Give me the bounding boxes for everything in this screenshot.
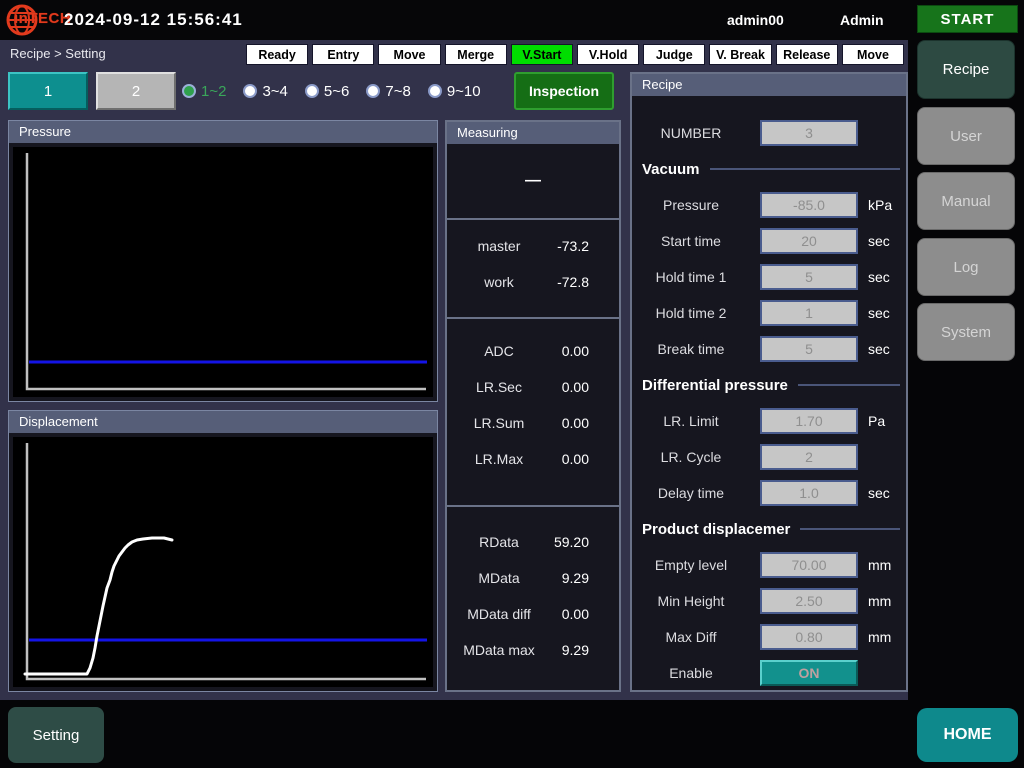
displacement-curve (25, 538, 172, 674)
lr-cycle-input[interactable]: 2 (760, 444, 858, 470)
recipe-number-row: NUMBER 3 (632, 120, 906, 146)
start-time-input[interactable]: 20 (760, 228, 858, 254)
displacement-panel: Displacement (8, 410, 438, 692)
recipe-row-delay-time: Delay time 1.0 sec (632, 480, 906, 506)
tab-1[interactable]: 1 (8, 72, 88, 110)
recipe-row-pressure: Pressure -85.0 kPa (632, 192, 906, 218)
recipe-row-break-time: Break time 5 sec (632, 336, 906, 362)
radio-icon (243, 84, 257, 98)
recipe-row-lr-limit: LR. Limit 1.70 Pa (632, 408, 906, 434)
username: admin00 (727, 12, 784, 28)
recipe-row-start-time: Start time 20 sec (632, 228, 906, 254)
radio-range-9-10[interactable]: 9~10 (428, 83, 481, 100)
step-ready[interactable]: Ready (246, 44, 308, 65)
inspection-button[interactable]: Inspection (514, 72, 614, 110)
radio-icon (305, 84, 319, 98)
user-role: Admin (840, 12, 884, 28)
step-v-hold[interactable]: V.Hold (577, 44, 639, 65)
measuring-row-rdata: RData 59.20 (447, 534, 619, 556)
step-v-break[interactable]: V. Break (709, 44, 771, 65)
recipe-row-hold-time-1: Hold time 1 5 sec (632, 264, 906, 290)
hold-time-1-input[interactable]: 5 (760, 264, 858, 290)
recipe-panel: Recipe NUMBER 3 Vacuum Pressure -85.0 kP… (630, 72, 908, 692)
break-time-input[interactable]: 5 (760, 336, 858, 362)
step-judge[interactable]: Judge (643, 44, 705, 65)
step-move[interactable]: Move (378, 44, 440, 65)
max-diff-input[interactable]: 0.80 (760, 624, 858, 650)
measuring-status: — (447, 144, 619, 218)
measuring-row-mdata-diff: MData diff 0.00 (447, 606, 619, 628)
sidebar-item-manual[interactable]: Manual (917, 172, 1015, 230)
radio-range-7-8[interactable]: 7~8 (366, 83, 410, 100)
radio-icon (366, 84, 380, 98)
range-radio-group: 1~2 3~4 5~6 7~8 9~10 (182, 72, 481, 110)
start-button[interactable]: START (917, 5, 1018, 33)
pressure-axis (27, 153, 426, 389)
measuring-row-lr-sec: LR.Sec 0.00 (447, 379, 619, 401)
step-release[interactable]: Release (776, 44, 838, 65)
main-area: Recipe > Setting Ready Entry Move Merge … (0, 40, 908, 700)
measuring-row-work: work -72.8 (447, 274, 619, 296)
step-merge[interactable]: Merge (445, 44, 507, 65)
radio-range-5-6[interactable]: 5~6 (305, 83, 349, 100)
sidebar-item-log[interactable]: Log (917, 238, 1015, 296)
radio-icon (182, 84, 196, 98)
radio-icon (428, 84, 442, 98)
recipe-row-empty-level: Empty level 70.00 mm (632, 552, 906, 578)
lr-limit-input[interactable]: 1.70 (760, 408, 858, 434)
measuring-row-mdata: MData 9.29 (447, 570, 619, 592)
measuring-row-master: master -73.2 (447, 238, 619, 260)
pressure-panel-title: Pressure (9, 121, 437, 143)
bottom-bar: Setting (0, 700, 908, 768)
displacement-chart (9, 433, 437, 691)
measuring-row-adc: ADC 0.00 (447, 343, 619, 365)
empty-level-input[interactable]: 70.00 (760, 552, 858, 578)
step-move-2[interactable]: Move (842, 44, 904, 65)
recipe-number-input[interactable]: 3 (760, 120, 858, 146)
displacement-panel-title: Displacement (9, 411, 437, 433)
measuring-row-lr-max: LR.Max 0.00 (447, 451, 619, 473)
measuring-row-lr-sum: LR.Sum 0.00 (447, 415, 619, 437)
sidebar-item-system[interactable]: System (917, 303, 1015, 361)
intech-logo: inTECH (14, 10, 71, 27)
recipe-panel-title: Recipe (632, 74, 906, 96)
displacement-axis (27, 443, 426, 679)
sidebar-item-user[interactable]: User (917, 107, 1015, 165)
pressure-chart (9, 143, 437, 401)
top-bar: inTECH 2024-09-12 15:56:41 admin00 Admin… (0, 0, 1024, 40)
pressure-input[interactable]: -85.0 (760, 192, 858, 218)
section-product-displacement: Product displacemer (642, 520, 900, 538)
step-v-start[interactable]: V.Start (511, 44, 573, 65)
recipe-row-enable: Enable ON (632, 660, 906, 686)
recipe-row-lr-cycle: LR. Cycle 2 (632, 444, 906, 470)
tab-2[interactable]: 2 (96, 72, 176, 110)
radio-range-3-4[interactable]: 3~4 (243, 83, 287, 100)
section-vacuum: Vacuum (642, 160, 900, 178)
home-button[interactable]: HOME (917, 708, 1018, 762)
timestamp: 2024-09-12 15:56:41 (64, 10, 243, 30)
measuring-panel-title: Measuring (447, 122, 619, 144)
measuring-panel: Measuring — master -73.2 work -72.8 ADC … (445, 120, 621, 692)
breadcrumb: Recipe > Setting (10, 46, 106, 61)
sidebar: Recipe User Manual Log System (908, 40, 1024, 768)
step-entry[interactable]: Entry (312, 44, 374, 65)
pressure-panel: Pressure (8, 120, 438, 402)
recipe-row-hold-time-2: Hold time 2 1 sec (632, 300, 906, 326)
process-step-bar: Ready Entry Move Merge V.Start V.Hold Ju… (246, 44, 904, 65)
hold-time-2-input[interactable]: 1 (760, 300, 858, 326)
measuring-row-mdata-max: MData max 9.29 (447, 642, 619, 664)
enable-toggle[interactable]: ON (760, 660, 858, 686)
recipe-row-min-height: Min Height 2.50 mm (632, 588, 906, 614)
section-differential-pressure: Differential pressure (642, 376, 900, 394)
radio-range-1-2[interactable]: 1~2 (182, 83, 226, 100)
delay-time-input[interactable]: 1.0 (760, 480, 858, 506)
sidebar-item-recipe[interactable]: Recipe (917, 40, 1015, 99)
setting-button[interactable]: Setting (8, 707, 104, 763)
min-height-input[interactable]: 2.50 (760, 588, 858, 614)
recipe-row-max-diff: Max Diff 0.80 mm (632, 624, 906, 650)
